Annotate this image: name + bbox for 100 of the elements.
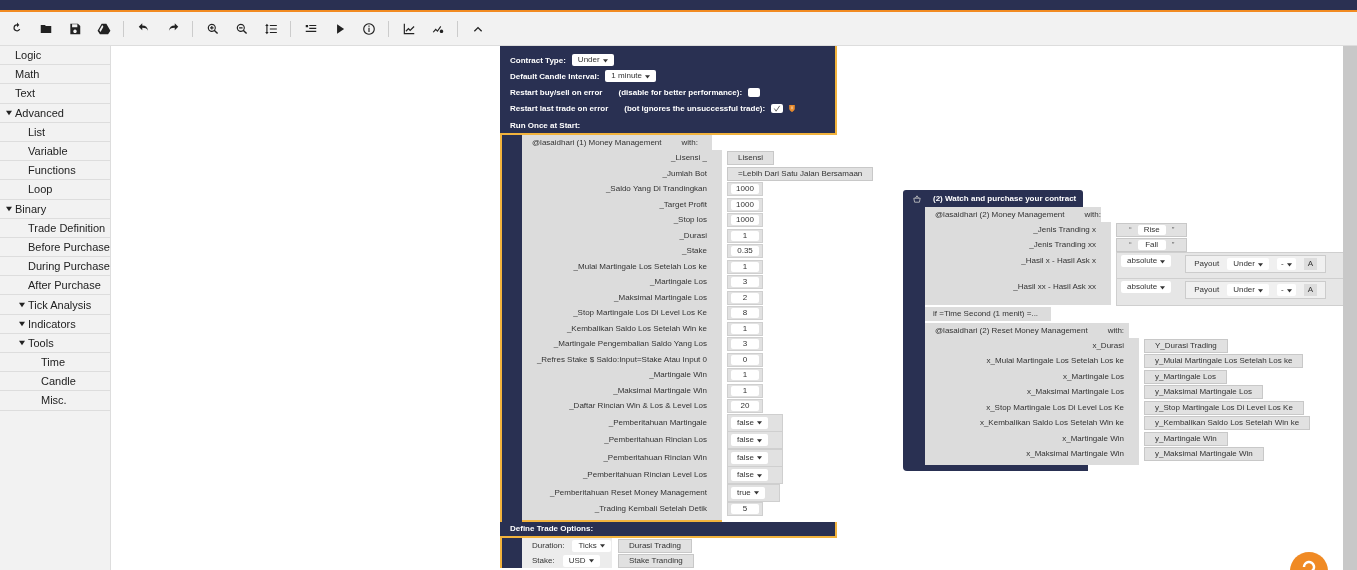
sidebar-item[interactable]: Time xyxy=(0,353,110,373)
sidebar-item[interactable]: Misc. xyxy=(0,391,110,411)
caret-icon xyxy=(599,543,605,549)
parameter-label: _Stop los xyxy=(522,212,722,228)
sidebar-item[interactable]: Before Purchase xyxy=(0,237,110,258)
basket-icon xyxy=(913,194,921,203)
parameter-label: x_Durasi xyxy=(925,338,1139,354)
parameter-label: _Saldo Yang Di Trandingkan xyxy=(522,181,722,197)
number-field[interactable]: 1 xyxy=(731,385,759,396)
dropdown[interactable]: 1 minute xyxy=(605,70,657,83)
parameter-label: _Jenis Tranding x xyxy=(925,222,1111,238)
dropdown[interactable]: absolute xyxy=(1121,255,1172,267)
number-field[interactable]: 1000 xyxy=(731,215,759,225)
caret-icon xyxy=(756,472,762,478)
caret-icon xyxy=(602,57,608,63)
variable-block: y_Martingale Los xyxy=(1144,369,1227,384)
number-field[interactable]: 20 xyxy=(731,401,759,411)
variable-block: =Lebih Dari Satu Jalan Bersamaan xyxy=(727,166,874,181)
variable-block: y_Maksimal Martingale Win xyxy=(1144,447,1264,462)
sidebar-item[interactable]: Loop xyxy=(0,180,110,200)
caret-icon xyxy=(588,558,594,564)
sidebar-item[interactable]: Logic xyxy=(0,46,110,66)
parameter-label: x_Martingale Los xyxy=(925,369,1139,385)
caret-icon xyxy=(1160,284,1166,290)
line-spacing-icon[interactable] xyxy=(263,21,278,36)
setting-label: Contract Type: xyxy=(510,55,566,65)
number-field[interactable]: 1 xyxy=(731,261,759,272)
sidebar-item[interactable]: Binary xyxy=(0,199,110,219)
procedure-title: @lasaidhari (2) Money Management with: xyxy=(925,207,1101,222)
string-block: “ Rise ” xyxy=(1116,222,1188,237)
number-field[interactable]: 0.35 xyxy=(731,246,759,256)
sidebar-item[interactable]: Trade Definition xyxy=(0,218,110,238)
caret-icon xyxy=(1286,287,1292,293)
number-field[interactable]: 1000 xyxy=(731,184,759,194)
condition-block: if =Time Second (1 menit) =... xyxy=(925,307,1051,321)
number-field[interactable]: 1 xyxy=(731,230,759,241)
option-label: Stake: xyxy=(532,556,555,566)
dropdown[interactable]: false xyxy=(731,451,768,464)
sidebar-item[interactable]: During Purchase xyxy=(0,257,110,277)
dropdown[interactable]: false xyxy=(731,416,768,429)
dropdown[interactable]: false xyxy=(731,469,768,482)
payout-label: Payout xyxy=(1194,259,1220,269)
zoom-out-icon[interactable] xyxy=(234,21,249,36)
sidebar-item[interactable]: Variable xyxy=(0,141,110,162)
ask-block: A xyxy=(1303,284,1317,296)
sidebar-item[interactable]: Tools xyxy=(0,333,110,353)
variable-block: Lisensi xyxy=(727,151,774,165)
dropdown[interactable]: - xyxy=(1276,258,1296,270)
number-field[interactable]: 1 xyxy=(731,370,759,380)
parameter-label: _Lisensi _ xyxy=(522,150,722,166)
dropdown[interactable]: absolute xyxy=(1121,281,1172,293)
dropdown[interactable]: false xyxy=(731,434,768,447)
info-icon[interactable] xyxy=(361,21,376,36)
dropdown[interactable]: Ticks xyxy=(572,539,611,552)
drive-icon[interactable] xyxy=(96,21,111,36)
dropdown[interactable]: Under xyxy=(1227,258,1269,270)
checkbox[interactable] xyxy=(771,104,784,114)
number-field[interactable]: 0 xyxy=(731,354,759,365)
zoom-in-icon[interactable] xyxy=(205,21,220,36)
dropdown[interactable]: - xyxy=(1276,284,1296,296)
variable-block: y_Mulai Martingale Los Setelah Los ke xyxy=(1144,354,1304,369)
number-field[interactable]: 1 xyxy=(731,323,759,334)
number-field[interactable]: 8 xyxy=(731,308,759,318)
sidebar-item[interactable]: Text xyxy=(0,84,110,104)
checkbox[interactable] xyxy=(748,88,761,98)
caret-icon xyxy=(1257,287,1263,293)
sidebar-item[interactable]: After Purchase xyxy=(0,276,110,296)
variable-block: y_Stop Martingale Los Di Level Los Ke xyxy=(1144,400,1304,415)
parameter-label: _Daftar Rincian Win & Los & Level Los xyxy=(522,398,722,414)
sidebar-item[interactable]: Functions xyxy=(0,161,110,181)
setting-label: Default Candle Interval: xyxy=(510,71,600,81)
parameter-label: _Pemberitahuan Rincian Los xyxy=(522,431,722,449)
number-field[interactable]: 3 xyxy=(731,339,759,349)
dropdown[interactable]: USD xyxy=(562,554,600,567)
caret-icon xyxy=(645,73,651,79)
sidebar-item[interactable]: Advanced xyxy=(0,103,110,123)
setting-note: (disable for better performance): xyxy=(618,88,743,98)
number-field[interactable]: 2 xyxy=(731,292,759,303)
dropdown[interactable]: Under xyxy=(571,54,614,67)
caret-icon xyxy=(753,490,759,496)
number-field[interactable]: 3 xyxy=(731,277,759,287)
variable-block: Stake Tranding xyxy=(618,553,694,568)
sidebar-item[interactable]: Candle xyxy=(0,372,110,392)
save-icon[interactable] xyxy=(67,21,82,36)
procedure-title: @lasaidhari (2) Reset Money Management with: xyxy=(925,323,1129,338)
caret-icon xyxy=(1257,261,1263,267)
sidebar-item[interactable]: List xyxy=(0,122,110,142)
dropdown[interactable]: true xyxy=(731,486,765,499)
sidebar-item[interactable]: Math xyxy=(0,65,110,85)
sidebar-item[interactable]: Tick Analysis xyxy=(0,295,110,315)
scrollbar[interactable] xyxy=(1343,46,1357,570)
dropdown[interactable]: Under xyxy=(1227,284,1269,296)
parameter-label: _Stake xyxy=(522,243,722,259)
caret-icon xyxy=(756,455,762,461)
sidebar-item[interactable]: Indicators xyxy=(0,314,110,334)
number-field[interactable]: 1000 xyxy=(731,199,759,210)
block-header: (2) Watch and purchase your contract xyxy=(903,190,1083,207)
section-label: Run Once at Start: xyxy=(510,120,581,130)
chart-icon[interactable] xyxy=(401,21,416,36)
number-field[interactable]: 5 xyxy=(731,504,759,515)
